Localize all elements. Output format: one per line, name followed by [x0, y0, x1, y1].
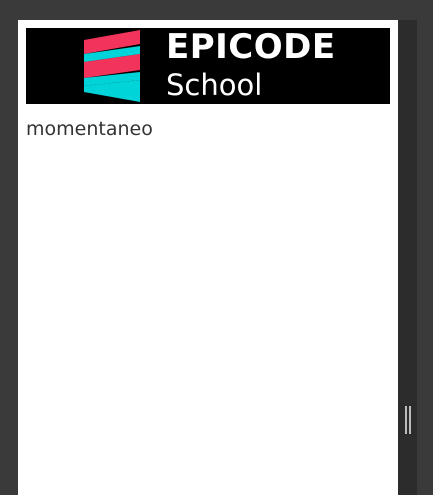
- logo-subtitle: School: [166, 68, 263, 102]
- app-window: EPICODE School momentaneo: [0, 0, 433, 495]
- logo-title: EPICODE: [166, 28, 336, 67]
- page-viewport: EPICODE School momentaneo: [18, 20, 398, 495]
- logo-text: EPICODE School: [166, 28, 336, 100]
- resize-grip-icon[interactable]: [405, 406, 411, 434]
- epicode-logo-mark-icon: [84, 30, 140, 102]
- epicode-logo-banner: EPICODE School: [26, 28, 390, 104]
- page-text: momentaneo: [26, 118, 153, 140]
